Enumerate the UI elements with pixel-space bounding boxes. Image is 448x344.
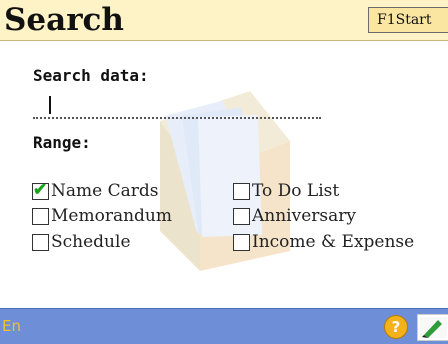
range-memorandum[interactable]: Memorandum [32, 205, 172, 227]
search-panel: Search data: Range: ✔ Name Cards Memoran… [0, 41, 448, 308]
range-anniversary[interactable]: Anniversary [233, 205, 356, 227]
anniversary-checkbox[interactable] [233, 207, 250, 225]
range-todo[interactable]: To Do List [233, 180, 339, 202]
memorandum-checkbox[interactable] [32, 207, 49, 225]
income-expense-label: Income & Expense [252, 232, 415, 252]
schedule-label: Schedule [51, 232, 131, 252]
text-caret [49, 96, 51, 114]
f1-start-button[interactable]: F1Start [368, 7, 448, 33]
range-name-cards[interactable]: ✔ Name Cards [32, 180, 158, 202]
memorandum-label: Memorandum [51, 206, 172, 226]
search-input[interactable] [33, 93, 321, 119]
status-bar: En ? [0, 308, 448, 344]
income-expense-checkbox[interactable] [233, 233, 250, 251]
name-cards-label: Name Cards [51, 181, 159, 201]
anniversary-label: Anniversary [252, 206, 356, 226]
pen-icon [420, 317, 447, 338]
range-label: Range: [33, 133, 91, 152]
pen-input-icon[interactable] [417, 314, 448, 341]
range-schedule[interactable]: Schedule [32, 231, 131, 253]
todo-label: To Do List [252, 181, 340, 201]
name-cards-checkbox[interactable]: ✔ [32, 179, 49, 200]
range-income-expense[interactable]: Income & Expense [233, 231, 414, 253]
todo-checkbox[interactable] [233, 182, 250, 200]
checkmark-icon: ✔ [33, 179, 48, 200]
schedule-checkbox[interactable] [32, 233, 49, 251]
title-bar: Search F1Start [0, 0, 448, 41]
search-data-label: Search data: [33, 66, 149, 85]
input-language-indicator[interactable]: En [2, 317, 21, 335]
page-title: Search [4, 2, 124, 38]
help-icon[interactable]: ? [384, 315, 408, 339]
